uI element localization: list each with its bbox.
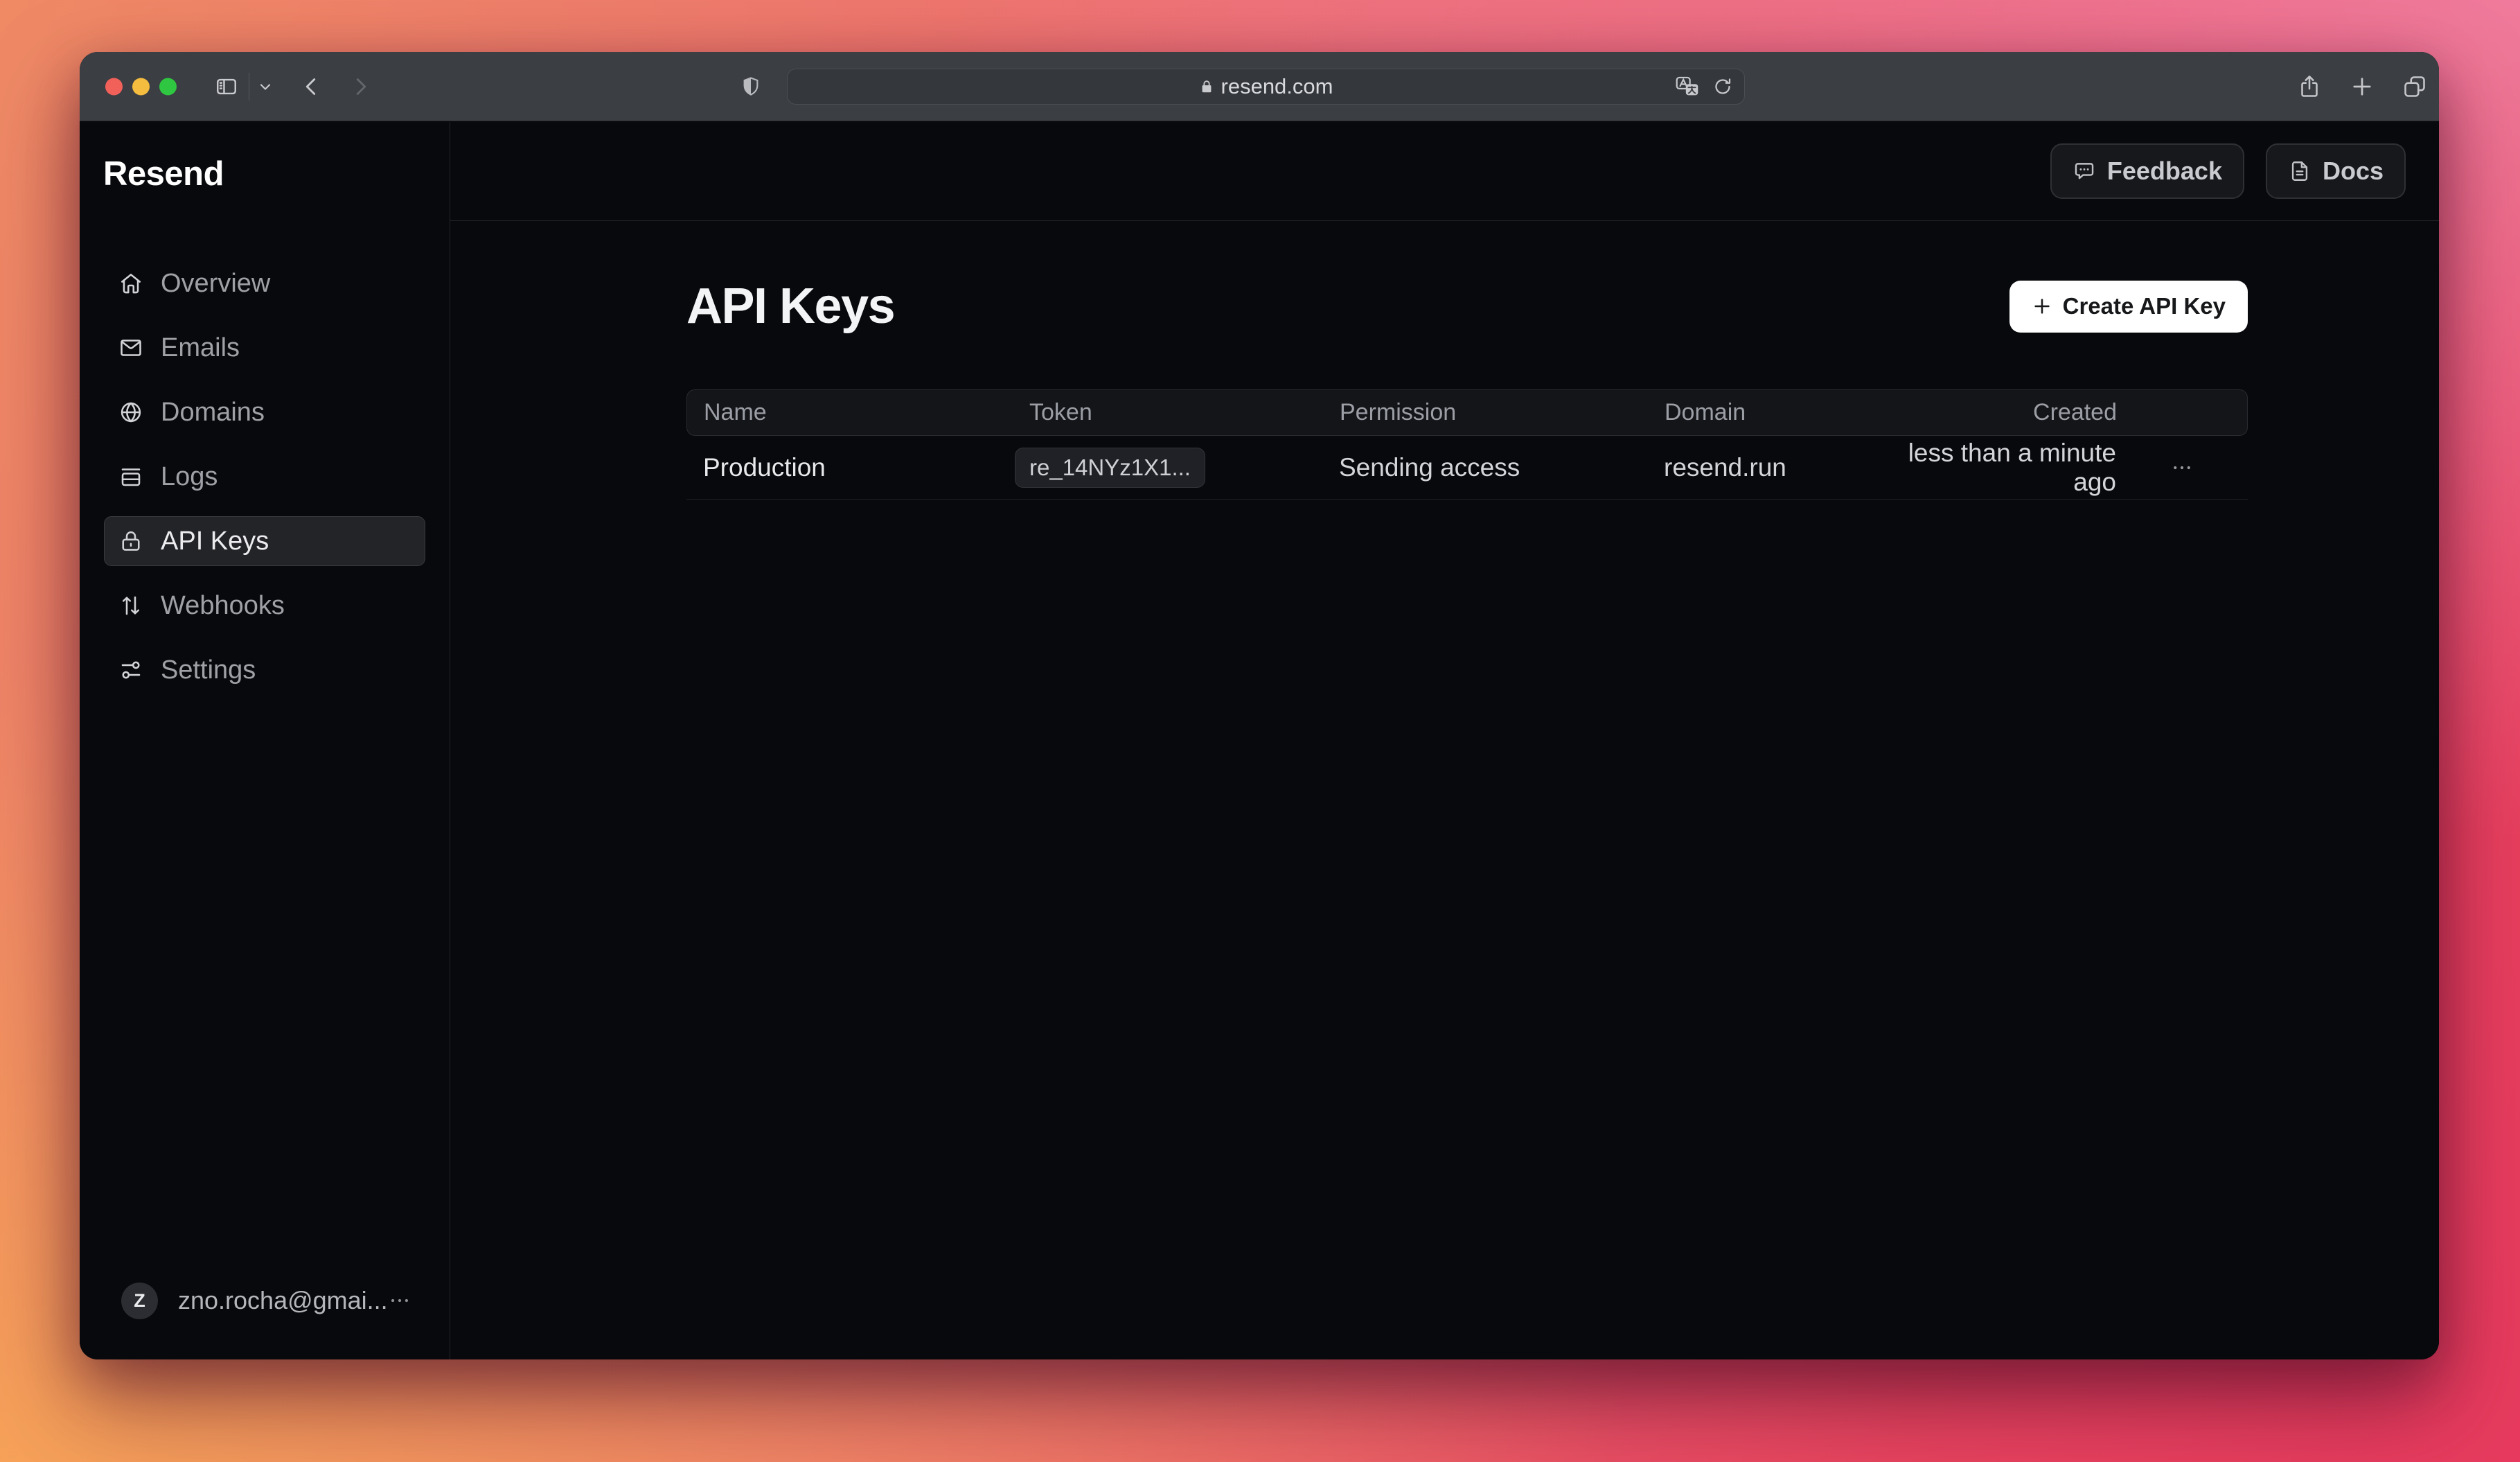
url-text: resend.com xyxy=(1221,74,1333,99)
zoom-window-button[interactable] xyxy=(159,78,177,95)
table-header: Name Token Permission Domain Created xyxy=(686,389,2248,436)
minimize-window-button[interactable] xyxy=(132,78,150,95)
address-bar[interactable]: resend.com xyxy=(787,69,1745,105)
sidebar-item-label: Overview xyxy=(161,269,270,299)
api-keys-table: Name Token Permission Domain Created Pro… xyxy=(686,389,2248,500)
user-account-row[interactable]: Z zno.rocha@gmai... xyxy=(80,1280,450,1321)
sidebar-item-logs[interactable]: Logs xyxy=(104,452,425,502)
column-header-permission: Permission xyxy=(1323,399,1648,426)
docs-file-icon xyxy=(2288,159,2312,183)
browser-titlebar: resend.com xyxy=(80,52,2439,121)
sidebar-item-label: Emails xyxy=(161,333,240,363)
sidebar-item-label: Webhooks xyxy=(161,591,285,621)
feedback-bubble-icon xyxy=(2073,159,2096,183)
sidebar-item-label: Domains xyxy=(161,398,265,428)
sidebar-item-label: Settings xyxy=(161,655,256,685)
page-title: API Keys xyxy=(686,278,894,335)
reload-icon[interactable] xyxy=(1712,76,1733,97)
user-email: zno.rocha@gmai... xyxy=(178,1286,388,1315)
api-key-created: less than a minute ago xyxy=(1869,439,2116,497)
create-api-key-label: Create API Key xyxy=(2063,293,2226,319)
api-key-permission: Sending access xyxy=(1322,453,1647,482)
sidebar-item-label: Logs xyxy=(161,462,218,492)
main-area: Feedback Docs API Keys Create API Key xyxy=(450,122,2439,1359)
lock-icon xyxy=(1199,79,1214,94)
share-icon[interactable] xyxy=(2297,74,2322,99)
feedback-button[interactable]: Feedback xyxy=(2050,143,2244,199)
column-header-created: Created xyxy=(1870,399,2117,426)
close-window-button[interactable] xyxy=(105,78,123,95)
sidebar-item-settings[interactable]: Settings xyxy=(104,645,425,695)
translate-icon[interactable] xyxy=(1675,76,1700,98)
page-content: API Keys Create API Key Name Token Permi… xyxy=(450,278,2439,500)
feedback-label: Feedback xyxy=(2107,157,2222,186)
sidebar: Resend Overview Emails xyxy=(80,122,450,1359)
resend-app: Resend Overview Emails xyxy=(80,122,2439,1359)
api-key-token-chip[interactable]: re_14NYz1X1... xyxy=(1015,448,1205,488)
api-key-name: Production xyxy=(686,453,1012,482)
sidebar-item-label: API Keys xyxy=(161,527,269,556)
sidebar-item-domains[interactable]: Domains xyxy=(104,387,425,437)
column-header-domain: Domain xyxy=(1648,399,1870,426)
api-key-domain: resend.run xyxy=(1647,453,1869,482)
avatar: Z xyxy=(121,1283,158,1319)
tab-overview-icon[interactable] xyxy=(2402,74,2427,99)
plus-icon xyxy=(2032,296,2052,317)
main-top-bar: Feedback Docs xyxy=(450,122,2439,221)
back-button[interactable] xyxy=(299,74,324,99)
sidebar-item-webhooks[interactable]: Webhooks xyxy=(104,581,425,631)
sidebar-item-emails[interactable]: Emails xyxy=(104,323,425,373)
new-tab-icon[interactable] xyxy=(2350,74,2375,99)
rows-icon xyxy=(118,464,143,489)
mail-icon xyxy=(118,335,143,360)
create-api-key-button[interactable]: Create API Key xyxy=(2009,281,2248,333)
table-row: Production re_14NYz1X1... Sending access… xyxy=(686,436,2248,500)
lock-icon xyxy=(118,529,143,554)
sidebar-nav: Overview Emails Domains xyxy=(80,258,450,695)
resend-logo: Resend xyxy=(103,155,450,193)
user-menu-ellipsis-icon[interactable] xyxy=(388,1289,411,1312)
sliders-icon xyxy=(118,658,143,682)
home-icon xyxy=(118,271,143,296)
globe-icon xyxy=(118,400,143,425)
docs-button[interactable]: Docs xyxy=(2266,143,2406,199)
forward-button[interactable] xyxy=(348,74,373,99)
browser-window: resend.com xyxy=(80,52,2439,1359)
docs-label: Docs xyxy=(2323,157,2384,186)
arrows-up-down-icon xyxy=(118,593,143,618)
column-header-token: Token xyxy=(1013,399,1323,426)
privacy-shield-icon[interactable] xyxy=(739,75,763,98)
sidebar-toggle-icon[interactable] xyxy=(213,75,240,98)
column-header-name: Name xyxy=(687,399,1013,426)
chevron-down-icon[interactable] xyxy=(257,78,274,95)
sidebar-item-overview[interactable]: Overview xyxy=(104,258,425,308)
row-menu-ellipsis-icon[interactable] xyxy=(2169,455,2194,480)
sidebar-item-api-keys[interactable]: API Keys xyxy=(104,516,425,566)
